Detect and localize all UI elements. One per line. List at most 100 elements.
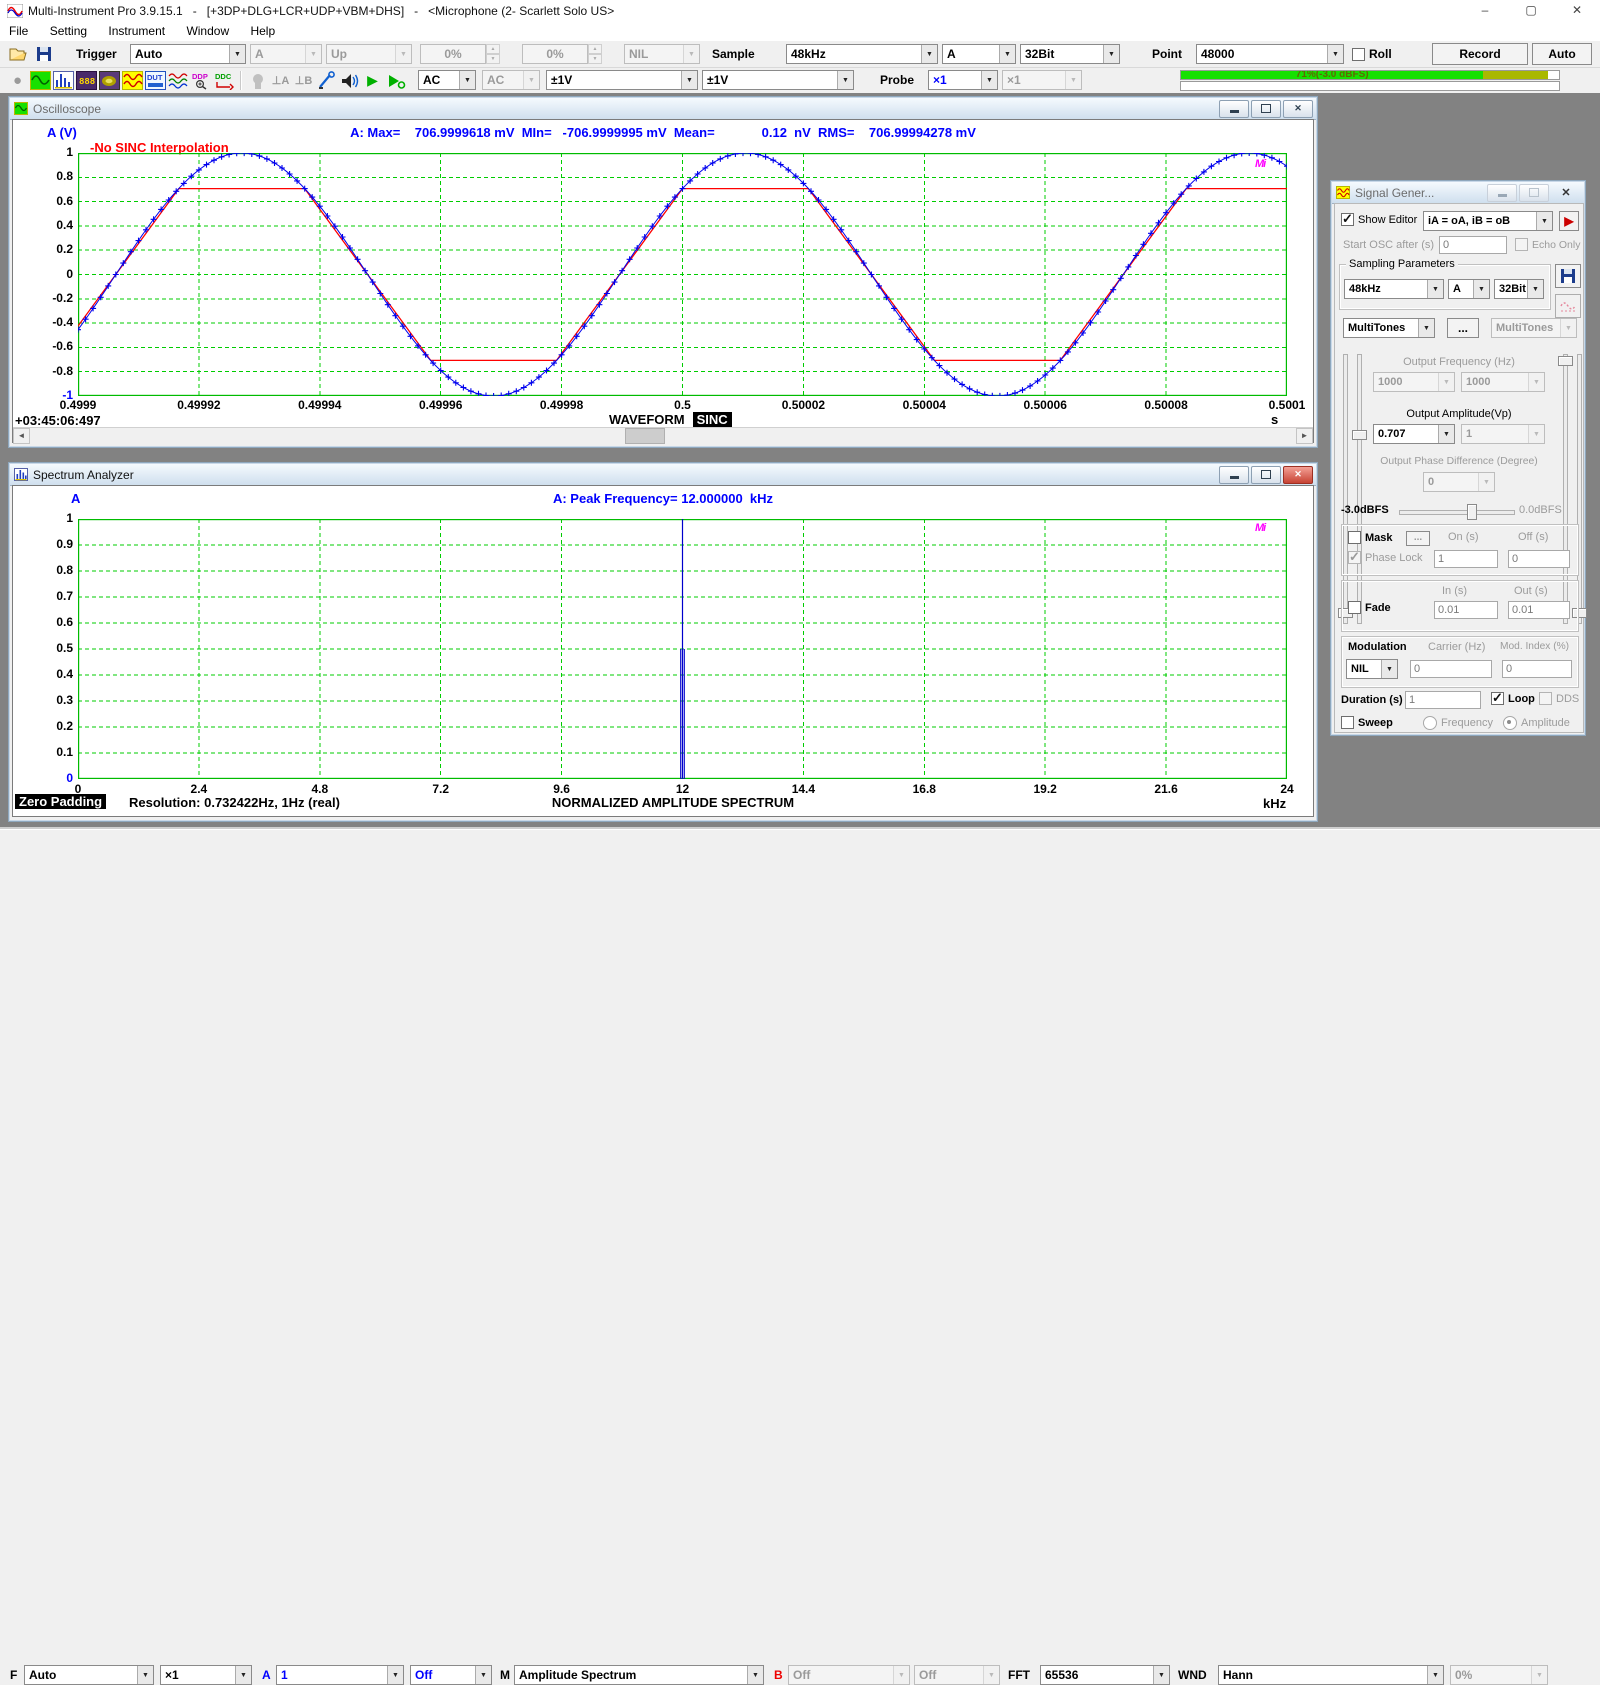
a-scale-select[interactable]: 1 ▼ [276, 1665, 404, 1685]
probe-b-select: ×1 ▼ [1002, 70, 1082, 90]
loopback-play-icon[interactable] [384, 70, 407, 91]
close-button[interactable]: ✕ [1554, 0, 1600, 22]
spin-up-icon[interactable]: ▲ [588, 44, 602, 54]
sampling-channel-select[interactable]: A ▼ [942, 44, 1016, 64]
frequency-axis-select[interactable]: Auto ▼ [24, 1665, 154, 1685]
title-bar[interactable]: Multi-Instrument Pro 3.9.15.1 - [+3DP+DL… [0, 0, 1600, 23]
calibration-icon[interactable] [315, 70, 338, 91]
oscilloscope-titlebar[interactable]: Oscilloscope ✕ [10, 98, 1316, 120]
spin-up-icon[interactable]: ▲ [486, 44, 500, 54]
fade-group: In (s) Out (s) Fade 0.01 0.01 [1341, 580, 1579, 632]
axis-tick-label: 7.2 [396, 782, 486, 796]
menu-window[interactable]: Window [177, 22, 238, 38]
view-mode-select[interactable]: Amplitude Spectrum ▼ [514, 1665, 764, 1685]
signal-generator-icon[interactable] [121, 70, 144, 91]
device-test-plan-icon[interactable]: DUT [144, 70, 167, 91]
close-button[interactable]: ✕ [1551, 184, 1581, 202]
coupling-a-select[interactable]: AC ▼ [418, 70, 476, 90]
checkbox-box[interactable] [1352, 48, 1365, 61]
dbfs-slider-handle[interactable] [1467, 504, 1477, 520]
minimize-button[interactable] [1487, 184, 1517, 202]
ddc-icon[interactable]: DDC [213, 70, 236, 91]
spectrum-analyzer-window: Spectrum Analyzer ✕ A A: Peak Frequency=… [8, 462, 1318, 822]
auto-button[interactable]: Auto [1532, 43, 1592, 65]
chevron-down-icon: ▼ [1473, 280, 1489, 298]
scrollbar-thumb[interactable] [625, 428, 665, 444]
generator-play-button[interactable]: ▶ [1559, 211, 1579, 231]
spectrum-analyzer-icon[interactable] [52, 70, 75, 91]
scroll-right-icon[interactable]: ► [1296, 428, 1313, 444]
range-b-select[interactable]: ±1V ▼ [702, 70, 854, 90]
window-function-select[interactable]: Hann ▼ [1218, 1665, 1444, 1685]
loop-checkbox[interactable]: Loop [1491, 692, 1535, 705]
checkbox-box[interactable] [1341, 716, 1354, 729]
menu-setting[interactable]: Setting [41, 22, 96, 38]
horizontal-scrollbar[interactable]: ◄ ► [13, 427, 1313, 445]
x-multiplier-select[interactable]: ×1 ▼ [160, 1665, 252, 1685]
waveform-a-select[interactable]: MultiTones ▼ [1343, 318, 1435, 338]
app-logo-icon [7, 4, 23, 18]
sampling-bits-select[interactable]: 32Bit ▼ [1020, 44, 1120, 64]
a-mode-select[interactable]: Off ▼ [410, 1665, 492, 1685]
save-button[interactable] [32, 43, 56, 65]
spectrum-3d-plot-icon[interactable] [98, 70, 121, 91]
maximize-button[interactable]: ▢ [1508, 0, 1554, 22]
oscilloscope-icon[interactable] [29, 70, 52, 91]
speaker-icon[interactable] [338, 70, 361, 91]
modulation-type-select[interactable]: NIL ▼ [1346, 659, 1398, 679]
zero-padding-tag[interactable]: Zero Padding [15, 794, 106, 809]
play-icon[interactable]: ▶ [361, 70, 384, 91]
show-editor-checkbox[interactable]: Show Editor [1341, 213, 1417, 226]
frequency-slider-b-handle[interactable] [1352, 430, 1367, 440]
roll-checkbox[interactable]: Roll [1352, 47, 1392, 61]
derived-data-curves-icon[interactable] [167, 70, 190, 91]
menu-file[interactable]: File [0, 22, 37, 38]
generator-rate-select[interactable]: 48kHz ▼ [1344, 279, 1444, 299]
routing-select[interactable]: iA = oA, iB = oB ▼ [1423, 211, 1553, 231]
close-button[interactable]: ✕ [1283, 100, 1313, 118]
maximize-button[interactable] [1519, 184, 1549, 202]
chevron-down-icon: ▼ [1528, 425, 1544, 443]
checkbox-box[interactable] [1348, 601, 1361, 614]
sampling-rate-select[interactable]: 48kHz ▼ [786, 44, 938, 64]
minimize-button[interactable]: – [1462, 0, 1508, 22]
amplitude-a-select[interactable]: 0.707 ▼ [1373, 424, 1455, 444]
checkbox-box[interactable] [1491, 692, 1504, 705]
ddp-viewer-icon[interactable]: DDP [190, 70, 213, 91]
mask-checkbox[interactable]: Mask [1348, 531, 1393, 544]
menu-instrument[interactable]: Instrument [99, 22, 174, 38]
generator-bits-select[interactable]: 32Bit ▼ [1494, 279, 1544, 299]
dbfs-slider-track[interactable] [1399, 510, 1515, 515]
spin-down-icon[interactable]: ▼ [588, 54, 602, 64]
phase-lock-checkbox: Phase Lock [1348, 551, 1422, 564]
minimize-button[interactable] [1219, 466, 1249, 484]
sinc-tag[interactable]: SINC [693, 412, 732, 427]
fft-size-select[interactable]: 65536 ▼ [1040, 1665, 1170, 1685]
fade-checkbox[interactable]: Fade [1348, 601, 1391, 614]
open-file-button[interactable] [6, 43, 30, 65]
spin-down-icon[interactable]: ▼ [486, 54, 500, 64]
save-signal-button[interactable] [1555, 264, 1581, 288]
minimize-button[interactable] [1219, 100, 1249, 118]
start-osc-input[interactable]: 0 [1439, 236, 1507, 254]
restore-button[interactable] [1251, 466, 1281, 484]
restore-button[interactable] [1251, 100, 1281, 118]
sweep-checkbox[interactable]: Sweep [1341, 716, 1393, 729]
scroll-left-icon[interactable]: ◄ [13, 428, 30, 444]
multimeter-icon[interactable]: 888 [75, 70, 98, 91]
checkbox-box[interactable] [1341, 213, 1354, 226]
amplitude-slider-a-handle[interactable] [1558, 356, 1573, 366]
menu-help[interactable]: Help [241, 22, 284, 38]
multitones-editor-button[interactable]: ... [1447, 318, 1479, 338]
close-button[interactable]: ✕ [1283, 466, 1313, 484]
axis-tick-label: 0.2 [31, 242, 73, 256]
range-a-select[interactable]: ±1V ▼ [546, 70, 698, 90]
trigger-mode-select[interactable]: Auto ▼ [130, 44, 246, 64]
spectrum-titlebar[interactable]: Spectrum Analyzer ✕ [10, 464, 1316, 486]
checkbox-box[interactable] [1348, 531, 1361, 544]
signal-generator-titlebar[interactable]: Signal Gener... ✕ [1332, 182, 1584, 204]
probe-a-select[interactable]: ×1 ▼ [928, 70, 998, 90]
record-button[interactable]: Record [1432, 43, 1528, 65]
record-length-select[interactable]: 48000 ▼ [1196, 44, 1344, 64]
generator-channel-select[interactable]: A ▼ [1448, 279, 1490, 299]
